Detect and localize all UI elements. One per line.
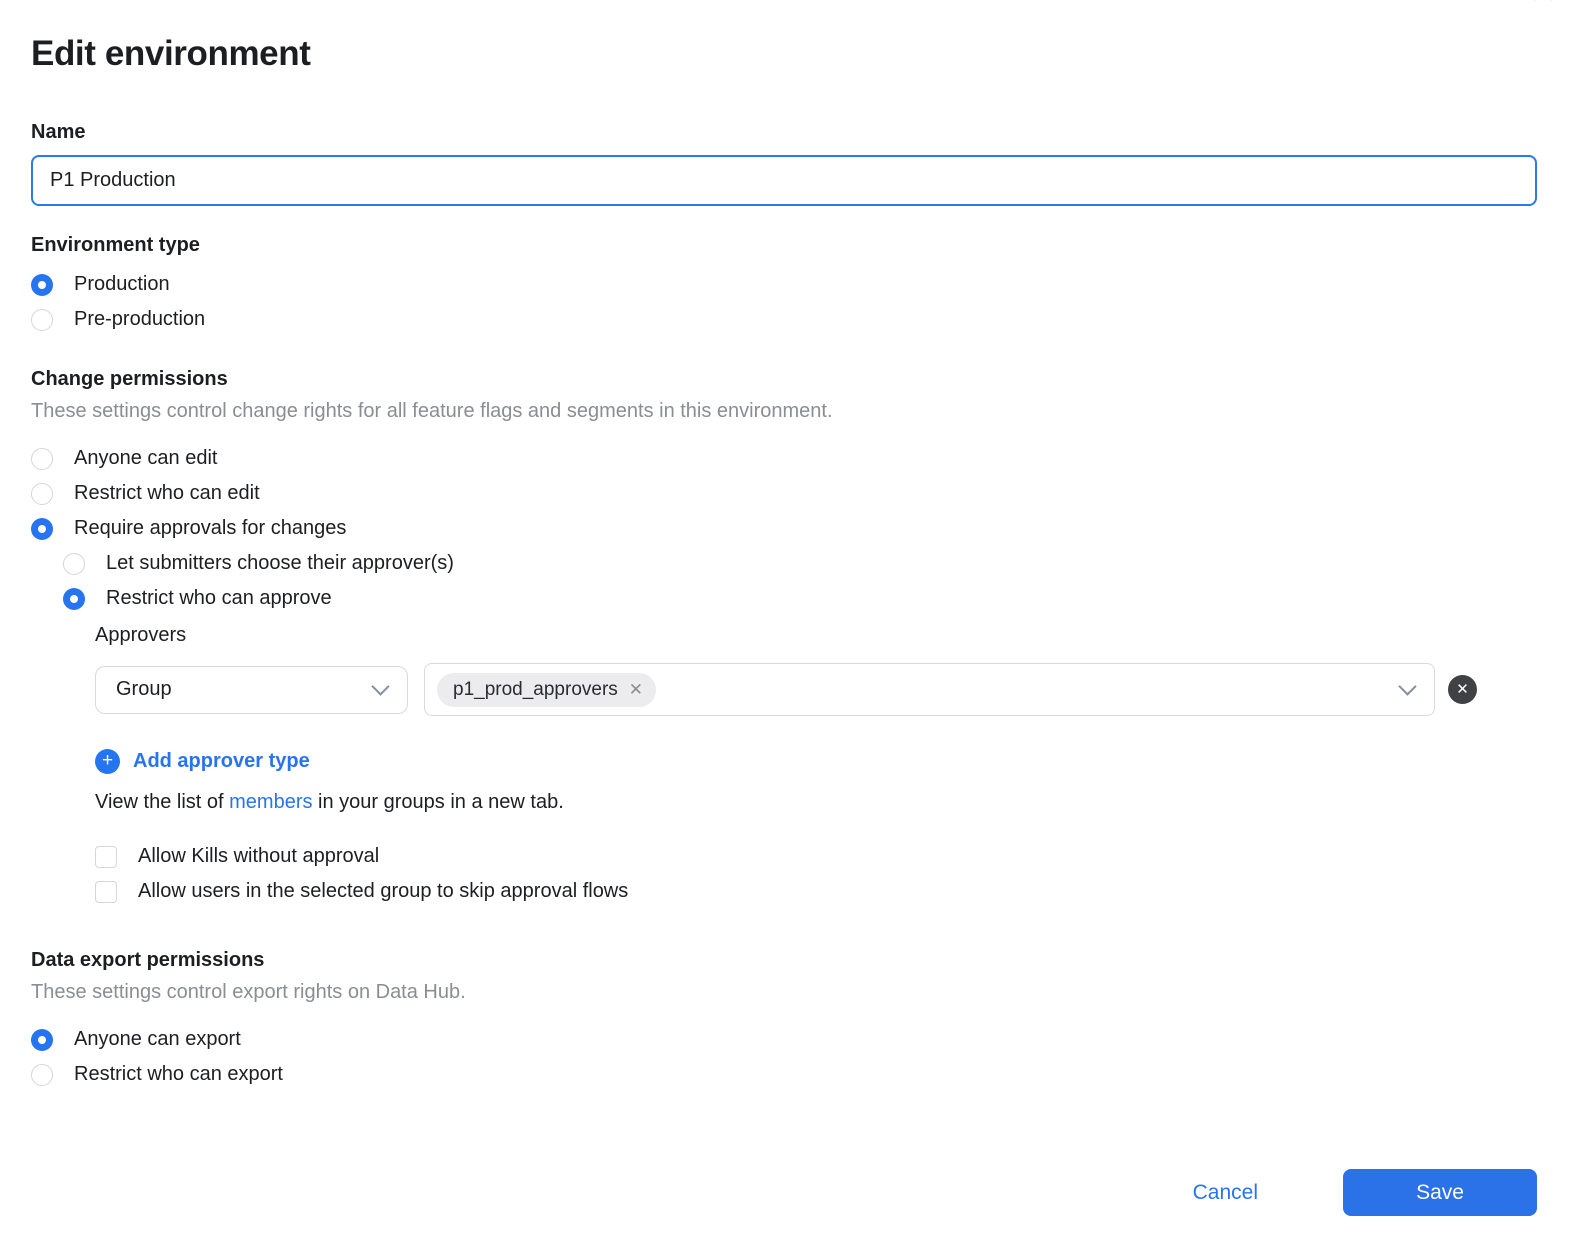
- radio-icon[interactable]: [31, 1064, 53, 1086]
- approvers-label: Approvers: [95, 624, 1537, 647]
- checkbox-label: Allow users in the selected group to ski…: [138, 880, 628, 903]
- radio-icon[interactable]: [31, 483, 53, 505]
- radio-icon[interactable]: [31, 448, 53, 470]
- checkbox-label: Allow Kills without approval: [138, 845, 379, 868]
- radio-require-approvals[interactable]: Require approvals for changes: [31, 511, 1537, 546]
- radio-restrict-who-can-approve[interactable]: Restrict who can approve: [63, 581, 1537, 616]
- radio-icon[interactable]: [31, 518, 53, 540]
- change-permissions-description: These settings control change rights for…: [31, 400, 1537, 423]
- data-export-permissions-label: Data export permissions: [31, 949, 1537, 972]
- radio-icon[interactable]: [63, 553, 85, 575]
- radio-label: Restrict who can approve: [106, 587, 332, 610]
- radio-label: Anyone can edit: [74, 447, 217, 470]
- radio-anyone-can-export[interactable]: Anyone can export: [31, 1022, 1537, 1057]
- page-title: Edit environment: [31, 33, 1537, 75]
- approver-row: Group p1_prod_approvers ✕ ✕: [95, 663, 1477, 716]
- change-permissions-group: Anyone can edit Restrict who can edit Re…: [31, 441, 1537, 616]
- checkbox-skip-approval-flows[interactable]: Allow users in the selected group to ski…: [95, 874, 1537, 909]
- cancel-button[interactable]: Cancel: [1193, 1181, 1258, 1205]
- chevron-down-icon: [371, 677, 389, 695]
- radio-production[interactable]: Production: [31, 267, 1537, 302]
- name-input[interactable]: [31, 155, 1537, 206]
- members-note-prefix: View the list of: [95, 791, 229, 813]
- close-icon: ✕: [1456, 682, 1469, 697]
- radio-icon[interactable]: [31, 1029, 53, 1051]
- approver-chip-label: p1_prod_approvers: [453, 679, 618, 701]
- radio-label: Let submitters choose their approver(s): [106, 552, 454, 575]
- checkbox-icon[interactable]: [95, 881, 117, 903]
- radio-pre-production[interactable]: Pre-production: [31, 302, 1537, 337]
- save-button-label: Save: [1416, 1181, 1464, 1205]
- close-icon[interactable]: ✕: [1528, 0, 1558, 9]
- approvers-multiselect[interactable]: p1_prod_approvers ✕: [424, 663, 1435, 716]
- environment-type-group: Production Pre-production: [31, 267, 1537, 337]
- radio-label: Pre-production: [74, 308, 205, 331]
- radio-restrict-who-can-export[interactable]: Restrict who can export: [31, 1057, 1537, 1092]
- checkbox-icon[interactable]: [95, 846, 117, 868]
- radio-icon[interactable]: [31, 274, 53, 296]
- data-export-description: These settings control export rights on …: [31, 981, 1537, 1004]
- save-button[interactable]: Save: [1343, 1169, 1537, 1216]
- add-approver-type-label: Add approver type: [133, 750, 310, 773]
- radio-label: Restrict who can edit: [74, 482, 260, 505]
- data-export-group: Anyone can export Restrict who can expor…: [31, 1022, 1537, 1092]
- members-note-suffix: in your groups in a new tab.: [313, 791, 564, 813]
- chip-remove-icon[interactable]: ✕: [629, 681, 643, 698]
- radio-label: Require approvals for changes: [74, 517, 346, 540]
- radio-label: Restrict who can export: [74, 1063, 283, 1086]
- chevron-down-icon: [1398, 677, 1416, 695]
- approver-type-select[interactable]: Group: [95, 666, 408, 714]
- name-label: Name: [31, 121, 1537, 144]
- edit-environment-dialog: Edit environment Name Environment type P…: [0, 0, 1584, 1216]
- approver-type-select-value: Group: [116, 678, 172, 701]
- plus-circle-icon: +: [95, 749, 120, 774]
- add-approver-type-link[interactable]: + Add approver type: [95, 747, 1537, 775]
- radio-label: Production: [74, 273, 170, 296]
- environment-type-label: Environment type: [31, 234, 1537, 257]
- remove-approver-row-button[interactable]: ✕: [1448, 675, 1477, 704]
- radio-icon[interactable]: [63, 588, 85, 610]
- approval-checkbox-group: Allow Kills without approval Allow users…: [95, 839, 1537, 909]
- change-permissions-label: Change permissions: [31, 368, 1537, 391]
- dialog-footer: Cancel Save: [31, 1169, 1537, 1216]
- radio-restrict-who-can-edit[interactable]: Restrict who can edit: [31, 476, 1537, 511]
- radio-icon[interactable]: [31, 309, 53, 331]
- radio-label: Anyone can export: [74, 1028, 241, 1051]
- members-link[interactable]: members: [229, 791, 312, 813]
- radio-anyone-can-edit[interactable]: Anyone can edit: [31, 441, 1537, 476]
- checkbox-allow-kills[interactable]: Allow Kills without approval: [95, 839, 1537, 874]
- radio-let-submitters-choose[interactable]: Let submitters choose their approver(s): [63, 546, 1537, 581]
- approver-chip: p1_prod_approvers ✕: [437, 673, 656, 707]
- members-note: View the list of members in your groups …: [95, 791, 1537, 814]
